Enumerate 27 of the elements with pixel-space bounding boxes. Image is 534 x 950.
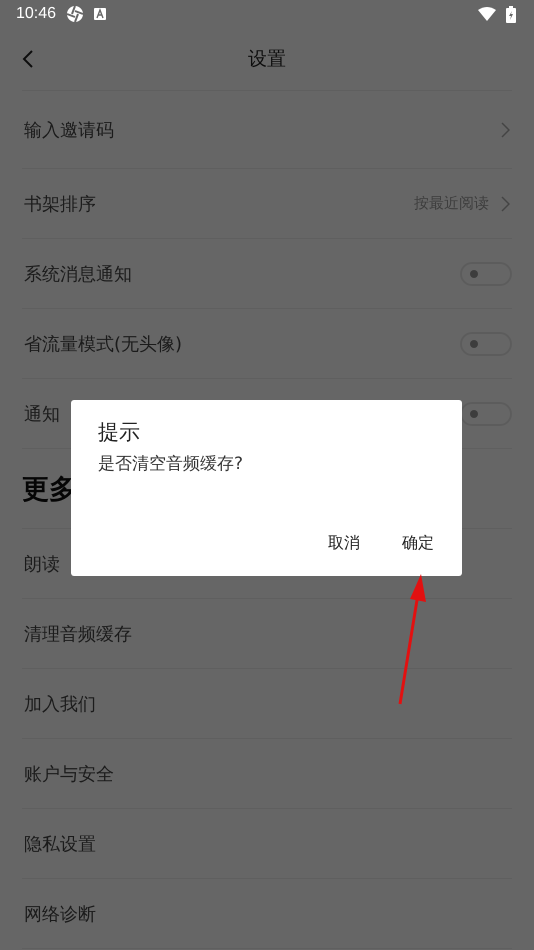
chevron-icon[interactable]	[501, 122, 510, 138]
setting-label: 隐私设置	[23, 832, 97, 856]
chevron-icon[interactable]	[501, 196, 510, 212]
back-icon[interactable]	[22, 49, 34, 69]
toggle-switch[interactable]	[460, 332, 512, 356]
dialog-button[interactable]: 确定	[388, 521, 448, 566]
setting-label: 输入邀请码	[23, 118, 115, 142]
setting-label: 网络诊断	[23, 902, 97, 926]
dialog-title: 提示	[98, 419, 140, 446]
dialog-message: 是否清空音频缓存?	[98, 453, 244, 475]
wifi-icon	[478, 7, 496, 21]
dialog-button[interactable]: 取消	[314, 521, 374, 566]
section-heading: 更多	[22, 472, 77, 506]
status-time: 10:46	[16, 5, 56, 23]
battery-icon	[506, 6, 516, 22]
keyboard-icon	[94, 8, 106, 20]
aperture-icon	[66, 5, 84, 23]
toggle-switch[interactable]	[460, 262, 512, 286]
setting-label: 通知	[23, 402, 61, 426]
setting-label: 清理音频缓存	[23, 622, 133, 646]
setting-label: 朗读	[23, 552, 61, 576]
setting-label: 书架排序	[23, 192, 97, 216]
setting-label: 系统消息通知	[23, 262, 133, 286]
setting-label: 加入我们	[23, 692, 97, 716]
page-title: 设置	[248, 47, 286, 72]
setting-label: 省流量模式(无头像)	[23, 332, 184, 356]
setting-label: 账户与安全	[23, 762, 115, 786]
